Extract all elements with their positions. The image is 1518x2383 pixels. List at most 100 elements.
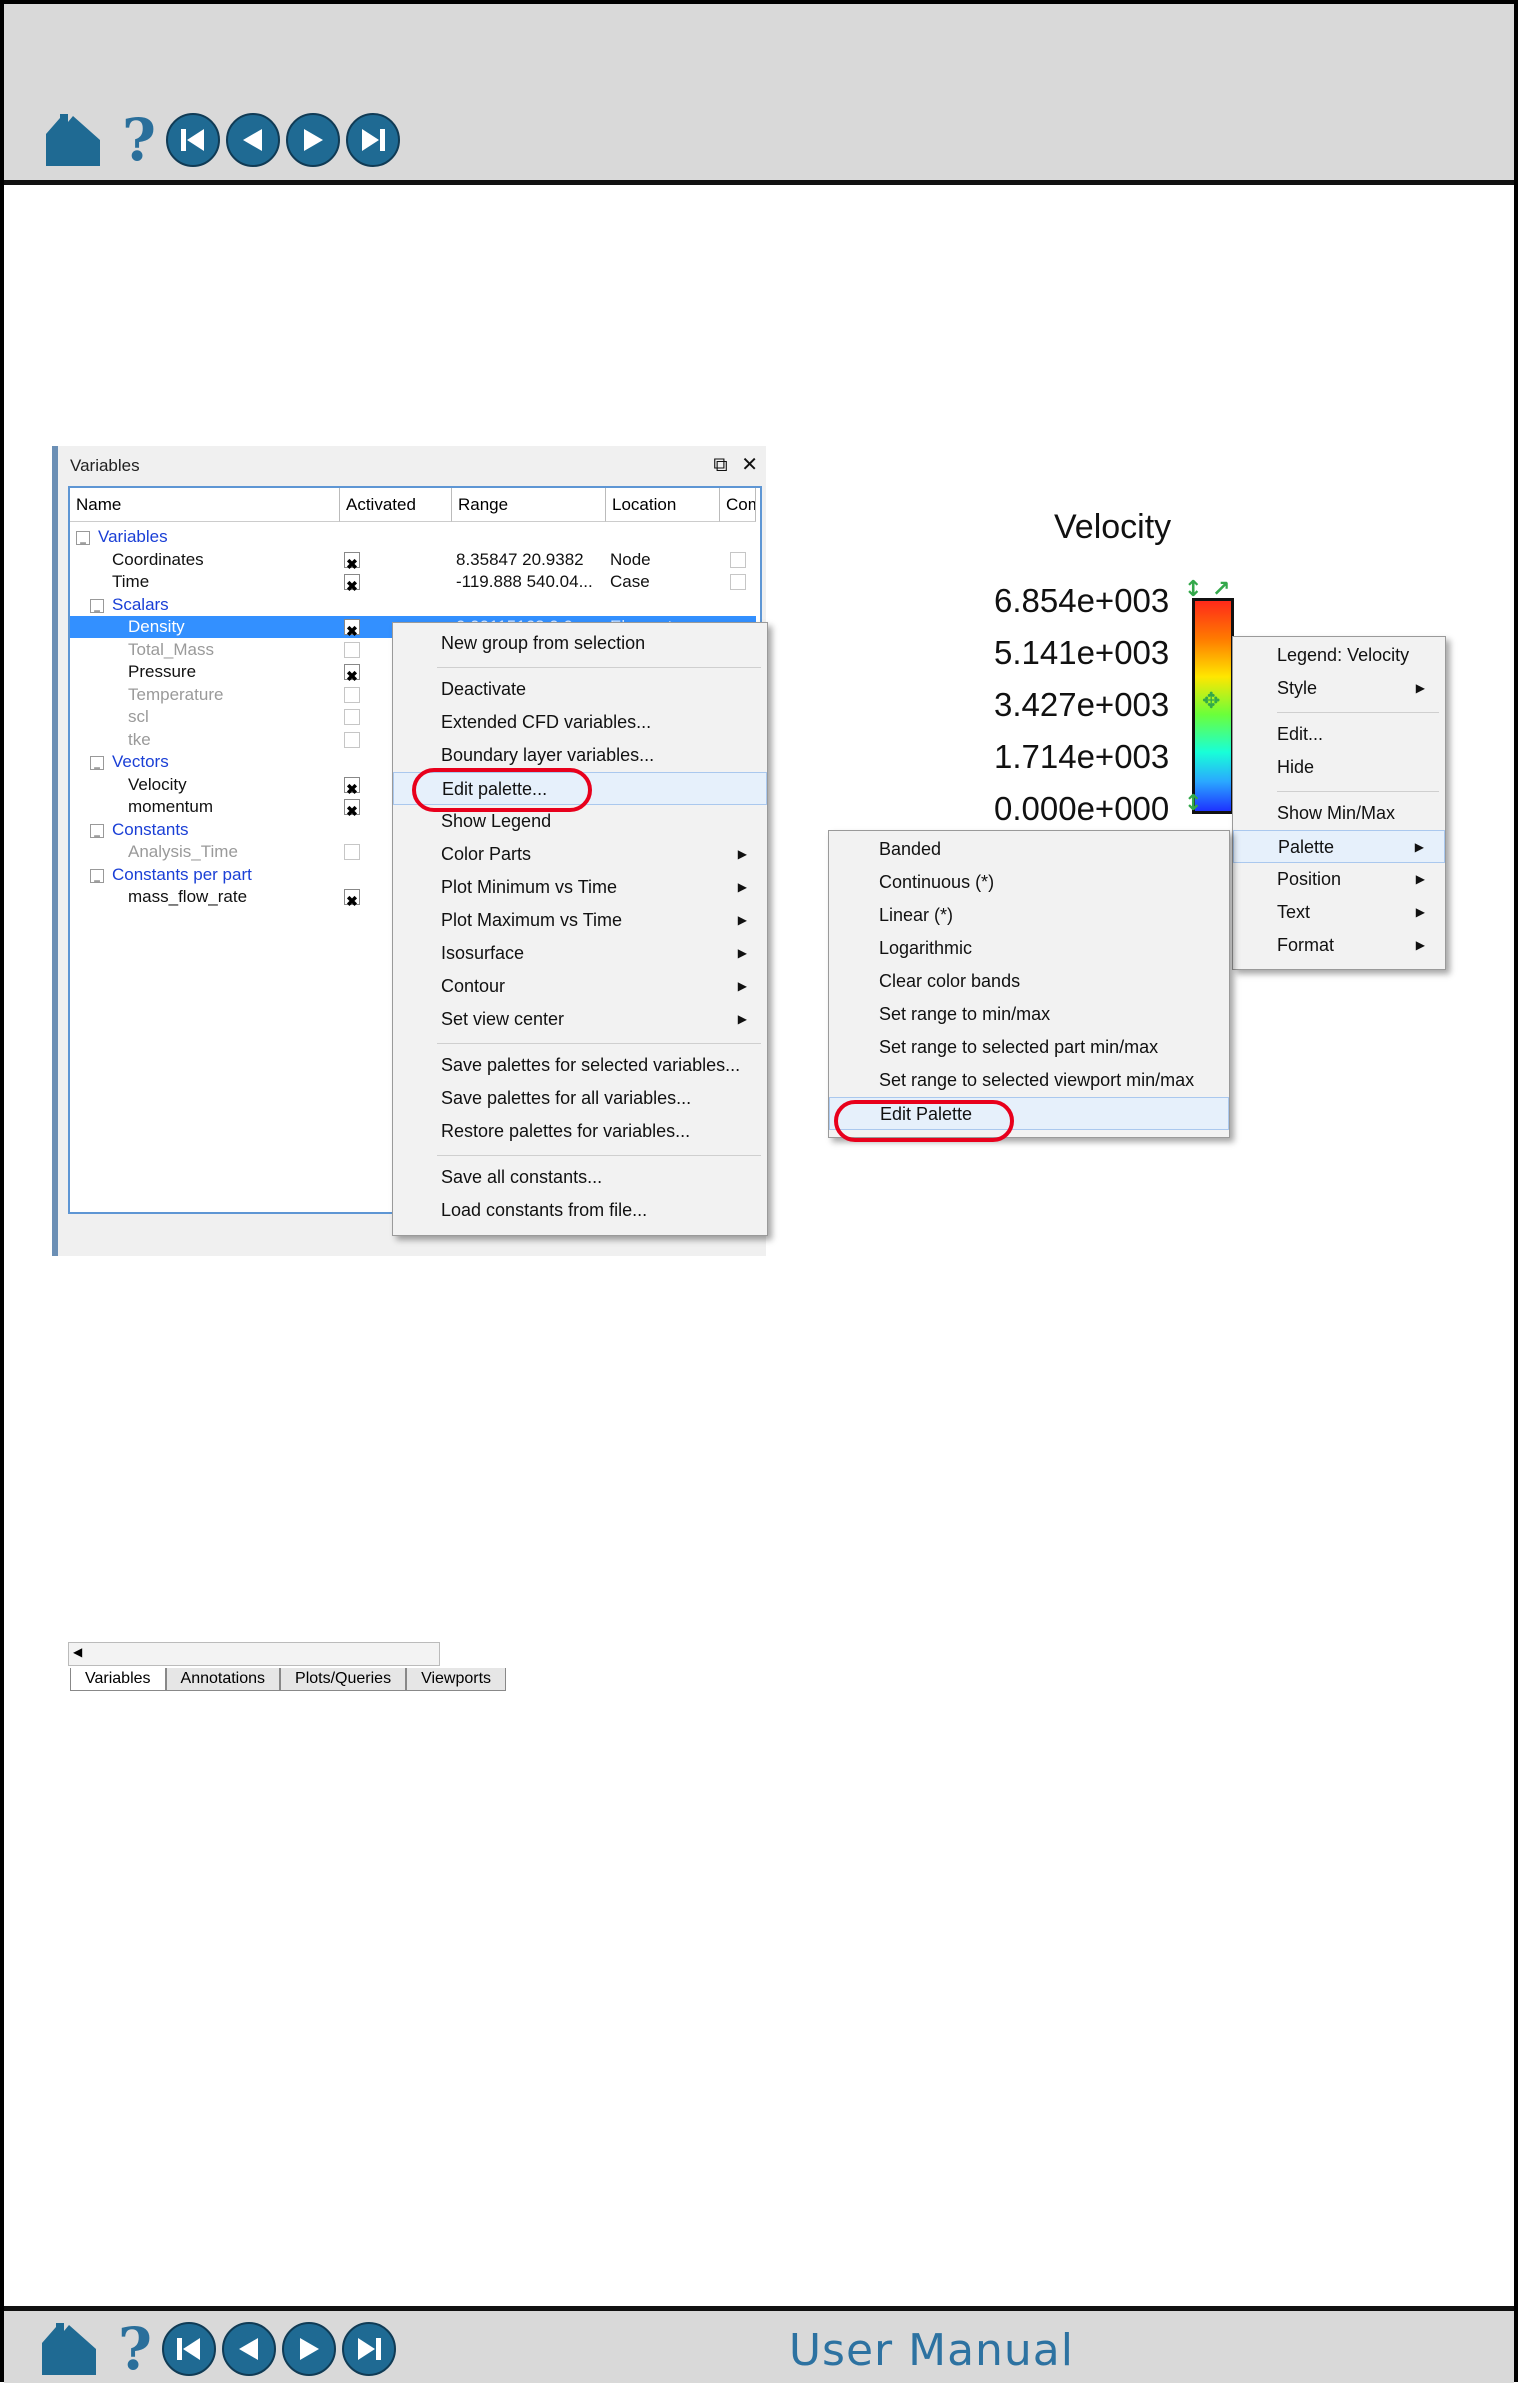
tree-group-row[interactable]: − Variables <box>70 526 756 550</box>
menu-item-set-range-to-selected-viewport-min-max[interactable]: Set range to selected viewport min/max <box>829 1064 1229 1097</box>
legend-resize-handle-icon[interactable]: ↕ <box>1184 793 1202 815</box>
column-header-name[interactable]: Name <box>70 488 340 522</box>
menu-item-boundary-layer-variables[interactable]: Boundary layer variables... <box>393 739 767 772</box>
top-nav-bar: ? <box>4 4 1514 185</box>
menu-item-label: Restore palettes for variables... <box>441 1121 691 1141</box>
tab-variables[interactable]: Variables <box>70 1668 166 1691</box>
menu-item-contour[interactable]: Contour ▶ <box>393 970 767 1003</box>
restore-icon[interactable]: ⧉ <box>713 454 727 476</box>
menu-item-edit-palette[interactable]: Edit palette... <box>393 772 767 805</box>
tree-variable-row[interactable]: Coordinates ✖ 8.35847 20.9382 Node <box>70 549 756 572</box>
column-header-range[interactable]: Range <box>452 488 606 522</box>
activated-checkbox[interactable] <box>344 731 360 748</box>
activated-checkbox[interactable]: ✖ <box>344 776 360 797</box>
menu-item-set-range-to-selected-part-min-max[interactable]: Set range to selected part min/max <box>829 1031 1229 1064</box>
menu-item-label: Save all constants... <box>441 1167 603 1187</box>
menu-item-continuous[interactable]: Continuous (*) <box>829 866 1229 899</box>
activated-checkbox[interactable]: ✖ <box>344 889 360 909</box>
menu-item-isosurface[interactable]: Isosurface ▶ <box>393 937 767 970</box>
menu-item-style[interactable]: Style ▶ <box>1233 672 1445 705</box>
help-icon[interactable]: ? <box>122 111 156 169</box>
tab-viewports[interactable]: Viewports <box>406 1668 507 1691</box>
scroll-left-icon[interactable]: ◀ <box>73 1645 82 1659</box>
activated-checkbox[interactable] <box>344 641 360 658</box>
menu-item-save-all-constants[interactable]: Save all constants... <box>393 1161 767 1194</box>
menu-item-plot-maximum-vs-time[interactable]: Plot Maximum vs Time ▶ <box>393 904 767 937</box>
menu-item-extended-cfd-variables[interactable]: Extended CFD variables... <box>393 706 767 739</box>
legend-resize-handle-icon[interactable]: ↕ <box>1184 579 1202 601</box>
menu-item-restore-palettes-for-variables[interactable]: Restore palettes for variables... <box>393 1115 767 1148</box>
menu-item-plot-minimum-vs-time[interactable]: Plot Minimum vs Time ▶ <box>393 871 767 904</box>
help-icon[interactable]: ? <box>118 2320 152 2378</box>
column-header-com[interactable]: Com <box>720 488 756 522</box>
tab-annotations[interactable]: Annotations <box>165 1668 281 1691</box>
menu-item-show-min-max[interactable]: Show Min/Max <box>1233 797 1445 830</box>
variable-name: Density <box>128 617 185 636</box>
menu-item-clear-color-bands[interactable]: Clear color bands <box>829 965 1229 998</box>
menu-item-label: Set range to selected part min/max <box>879 1037 1159 1057</box>
legend-move-handle-icon[interactable]: ✥ <box>1202 691 1220 713</box>
variable-name: momentum <box>128 797 214 816</box>
activated-checkbox[interactable]: ✖ <box>344 619 360 639</box>
collapse-toggle-icon[interactable]: − <box>90 598 104 618</box>
menu-item-color-parts[interactable]: Color Parts ▶ <box>393 838 767 871</box>
menu-item-linear[interactable]: Linear (*) <box>829 899 1229 932</box>
activated-checkbox[interactable]: ✖ <box>344 551 360 572</box>
next-page-icon[interactable] <box>281 2322 336 2376</box>
submenu-arrow-icon: ▶ <box>737 847 747 861</box>
first-page-icon[interactable] <box>161 2322 216 2376</box>
horizontal-scrollbar[interactable]: ◀ <box>68 1642 440 1666</box>
column-header-activated[interactable]: Activated <box>340 488 452 522</box>
menu-item-edit[interactable]: Edit... <box>1233 718 1445 751</box>
previous-page-icon[interactable] <box>221 2322 276 2376</box>
menu-item-new-group-from-selection[interactable]: New group from selection <box>393 627 767 660</box>
activated-checkbox[interactable] <box>344 709 360 725</box>
activated-checkbox[interactable]: ✖ <box>344 799 360 819</box>
menu-item-hide[interactable]: Hide <box>1233 751 1445 784</box>
menu-item-logarithmic[interactable]: Logarithmic <box>829 932 1229 965</box>
variable-name: Time <box>112 572 150 591</box>
menu-item-set-view-center[interactable]: Set view center ▶ <box>393 1003 767 1036</box>
menu-item-label: Show Legend <box>441 811 552 831</box>
menu-item-format[interactable]: Format ▶ <box>1233 929 1445 962</box>
menu-item-palette[interactable]: Palette ▶ <box>1233 830 1445 863</box>
menu-item-deactivate[interactable]: Deactivate <box>393 673 767 706</box>
menu-item-load-constants-from-file[interactable]: Load constants from file... <box>393 1194 767 1227</box>
home-icon[interactable] <box>38 2321 100 2377</box>
menu-item-save-palettes-for-all-variables[interactable]: Save palettes for all variables... <box>393 1082 767 1115</box>
close-icon[interactable]: ✕ <box>741 454 758 476</box>
menu-item-legend-velocity[interactable]: Legend: Velocity <box>1233 639 1445 672</box>
collapse-toggle-icon[interactable]: − <box>90 823 104 843</box>
complex-checkbox[interactable] <box>730 574 746 590</box>
menu-item-position[interactable]: Position ▶ <box>1233 863 1445 896</box>
menu-item-label: Text <box>1277 902 1311 922</box>
last-page-icon[interactable] <box>345 113 400 167</box>
menu-item-edit-palette[interactable]: Edit Palette <box>829 1097 1229 1130</box>
menu-item-show-legend[interactable]: Show Legend <box>393 805 767 838</box>
column-header-location[interactable]: Location <box>606 488 720 522</box>
activated-checkbox[interactable] <box>344 844 360 860</box>
legend-resize-handle-icon[interactable]: ↗ <box>1212 579 1230 601</box>
menu-item-text[interactable]: Text ▶ <box>1233 896 1445 929</box>
previous-page-icon[interactable] <box>225 113 280 167</box>
tree-variable-row[interactable]: Time ✖ -119.888 540.04... Case <box>70 571 756 594</box>
tree-group-row[interactable]: − Scalars <box>70 594 756 618</box>
first-page-icon[interactable] <box>165 113 220 167</box>
tab-plots-queries[interactable]: Plots/Queries <box>280 1668 407 1691</box>
home-icon[interactable] <box>42 112 104 168</box>
variable-name: Temperature <box>128 684 224 704</box>
menu-item-banded[interactable]: Banded <box>829 833 1229 866</box>
collapse-toggle-icon[interactable]: − <box>90 756 104 775</box>
last-page-icon[interactable] <box>341 2322 396 2376</box>
menu-item-save-palettes-for-selected-variables[interactable]: Save palettes for selected variables... <box>393 1049 767 1082</box>
activated-checkbox[interactable]: ✖ <box>344 574 360 594</box>
collapse-toggle-icon[interactable]: − <box>76 531 90 550</box>
next-page-icon[interactable] <box>285 113 340 167</box>
menu-item-set-range-to-min-max[interactable]: Set range to min/max <box>829 998 1229 1031</box>
menu-item-label: Legend: Velocity <box>1277 645 1410 665</box>
collapse-toggle-icon[interactable]: − <box>90 868 104 888</box>
activated-checkbox[interactable]: ✖ <box>344 664 360 684</box>
activated-checkbox[interactable] <box>344 686 360 703</box>
complex-checkbox[interactable] <box>730 551 746 568</box>
variable-location: Node <box>610 549 651 569</box>
